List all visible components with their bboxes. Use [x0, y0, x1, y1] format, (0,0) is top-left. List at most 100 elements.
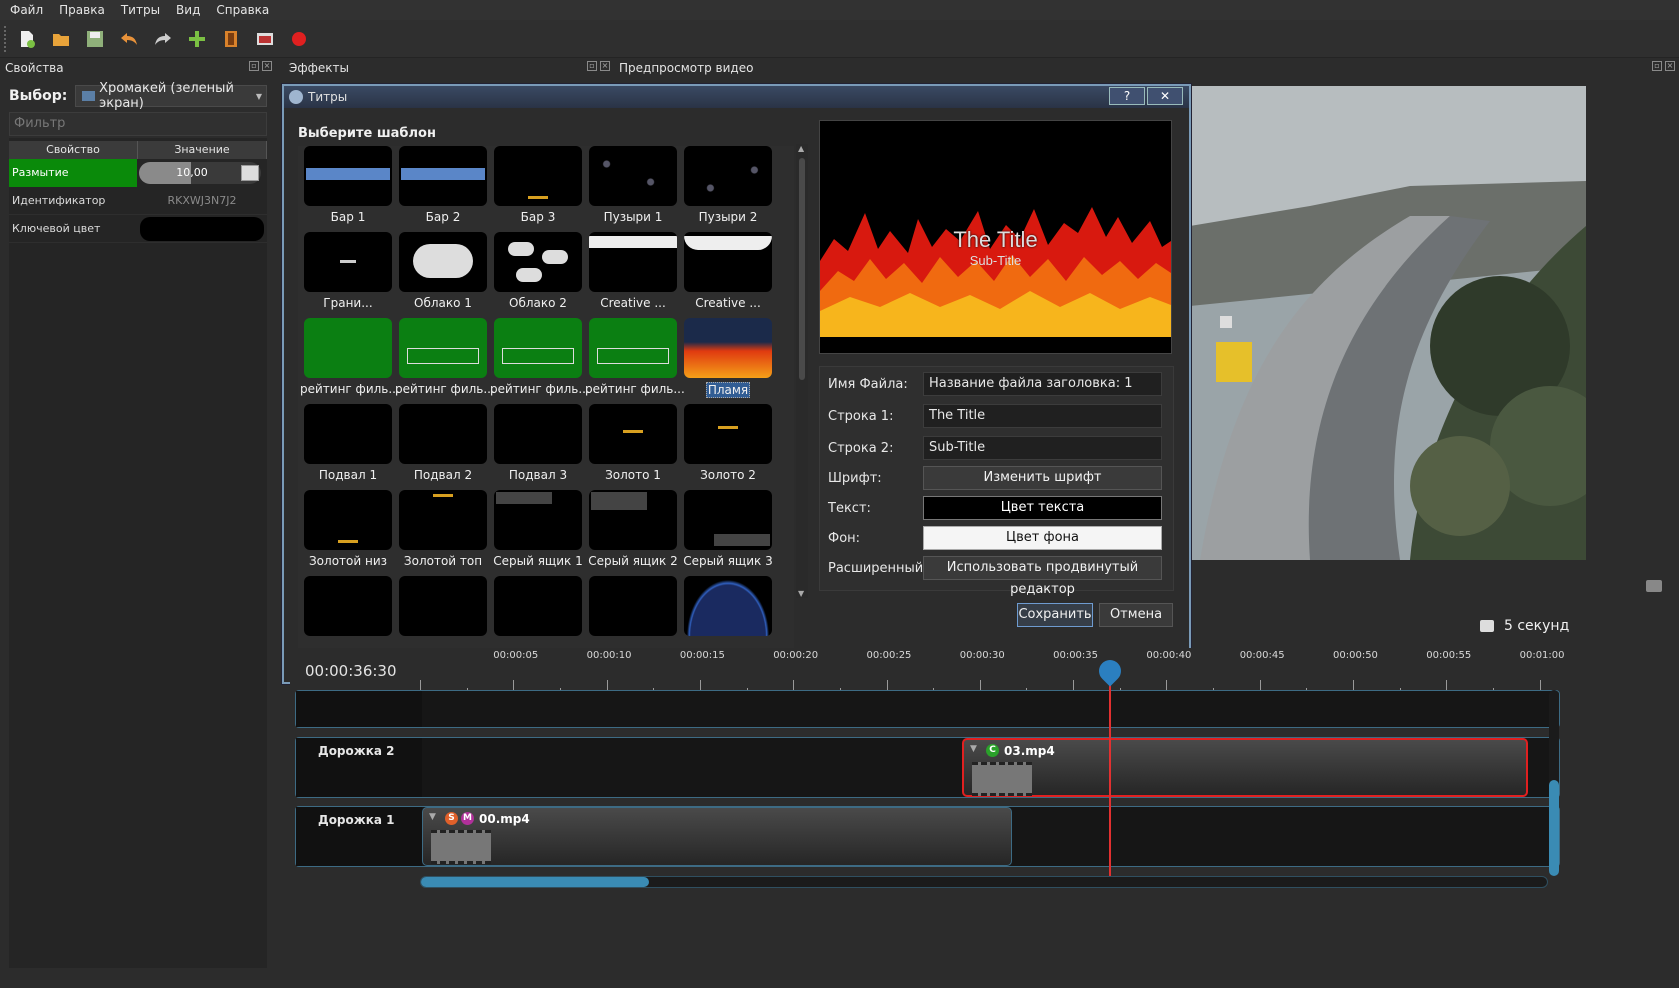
template-gray-box-1[interactable]: Серый ящик 1: [490, 490, 586, 576]
template-bubbles-2[interactable]: Пузыри 2: [680, 146, 776, 232]
export-video-icon[interactable]: [254, 28, 276, 50]
zoom-control[interactable]: 5 секунд: [1480, 618, 1569, 634]
template-bubbles-1[interactable]: Пузыри 1: [585, 146, 681, 232]
badge-s[interactable]: S: [445, 812, 458, 825]
playhead[interactable]: [1094, 655, 1126, 882]
property-row-blur[interactable]: Размытие 10,00: [9, 158, 267, 187]
close-button[interactable]: ✕: [1147, 87, 1183, 105]
template-rating-3[interactable]: рейтинг филь...: [490, 318, 590, 404]
template-bar-3[interactable]: Бар 3: [490, 146, 586, 232]
profile-icon[interactable]: [220, 28, 242, 50]
badge-m[interactable]: M: [461, 812, 474, 825]
ruler-label: 00:00:30: [959, 650, 1005, 661]
close-icon[interactable]: ×: [262, 61, 272, 71]
float-icon[interactable]: ▫: [249, 61, 259, 71]
menu-file[interactable]: Файл: [0, 3, 49, 17]
change-font-button[interactable]: Изменить шрифт: [923, 466, 1162, 490]
template-creative-2[interactable]: Creative ...: [680, 232, 776, 318]
scroll-down-icon[interactable]: ▼: [798, 589, 804, 598]
effect-select[interactable]: Хромакей (зеленый экран) ▼: [75, 81, 267, 111]
badge-c[interactable]: C: [986, 744, 999, 757]
ruler-label: 00:00:40: [1146, 650, 1192, 661]
menu-help[interactable]: Справка: [206, 3, 275, 17]
template-rating-4[interactable]: рейтинг филь...: [585, 318, 685, 404]
template-rating-2[interactable]: рейтинг филь...: [395, 318, 495, 404]
keyframe-icon[interactable]: [241, 164, 259, 181]
undo-icon[interactable]: [118, 28, 140, 50]
clip-03[interactable]: ▼ C 03.mp4: [962, 738, 1528, 797]
track-2[interactable]: Дорожка 2 ▼ C 03.mp4: [295, 737, 1560, 798]
template-thumb: [304, 318, 392, 378]
track-1[interactable]: Дорожка 1 ▼ S M 00.mp4: [295, 806, 1560, 867]
track-top[interactable]: [295, 690, 1560, 728]
clip-00[interactable]: ▼ S M 00.mp4: [422, 807, 1012, 866]
toolbar-grip[interactable]: [4, 25, 9, 52]
key-color-swatch[interactable]: [137, 215, 267, 243]
template-creative-1[interactable]: Creative ...: [585, 232, 681, 318]
filter-input[interactable]: Фильтр: [9, 112, 267, 136]
template-cloud-2[interactable]: Облако 2: [490, 232, 586, 318]
camera-icon[interactable]: [1646, 580, 1662, 592]
template-scrollbar[interactable]: ▲ ▼: [796, 144, 808, 598]
add-file-icon[interactable]: [186, 28, 208, 50]
menu-edit[interactable]: Правка: [49, 3, 111, 17]
template-gold-bottom[interactable]: Золотой низ: [300, 490, 396, 576]
float-icon[interactable]: ▫: [1652, 61, 1662, 71]
scroll-up-icon[interactable]: ▲: [798, 144, 804, 153]
template-thumb: [494, 576, 582, 636]
template-thumb: [399, 490, 487, 550]
menu-view[interactable]: Вид: [166, 3, 206, 17]
preview-title: Предпросмотр видео: [619, 61, 754, 75]
menu-titles[interactable]: Титры: [111, 3, 166, 17]
record-icon[interactable]: [288, 28, 310, 50]
property-value-slider[interactable]: 10,00: [137, 158, 267, 187]
scroll-thumb[interactable]: [799, 158, 805, 380]
clip-thumbnail: [972, 762, 1032, 796]
choose-template-label: Выберите шаблон: [298, 126, 436, 141]
text-color-button[interactable]: Цвет текста: [923, 496, 1162, 520]
template-gray-box-3[interactable]: Серый ящик 3: [680, 490, 776, 576]
template-thumb: [684, 232, 772, 292]
template-gray-box-2[interactable]: Серый ящик 2: [585, 490, 681, 576]
open-project-icon[interactable]: [50, 28, 72, 50]
template-footer-3[interactable]: Подвал 3: [490, 404, 586, 490]
background-color-button[interactable]: Цвет фона: [923, 526, 1162, 550]
template-cloud-1[interactable]: Облако 1: [395, 232, 491, 318]
template-label: Золотой топ: [403, 554, 483, 568]
template-gold-top[interactable]: Золотой топ: [395, 490, 491, 576]
advanced-editor-button[interactable]: Использовать продвинутый редактор: [923, 556, 1162, 597]
template-flame[interactable]: Пламя: [680, 318, 776, 404]
property-row-keycolor[interactable]: Ключевой цвет: [9, 215, 267, 243]
template-gold-2[interactable]: Золото 2: [680, 404, 776, 490]
redo-icon[interactable]: [152, 28, 174, 50]
template-borders[interactable]: Грани...: [300, 232, 396, 318]
close-icon[interactable]: ×: [1665, 61, 1675, 71]
property-row-id[interactable]: Идентификатор RKXWJ3N7J2: [9, 187, 267, 215]
col-value[interactable]: Значение: [138, 141, 267, 159]
new-project-icon[interactable]: [16, 28, 38, 50]
line1-input[interactable]: The Title: [923, 404, 1162, 428]
close-icon[interactable]: ×: [600, 61, 610, 71]
float-icon[interactable]: ▫: [587, 61, 597, 71]
col-property[interactable]: Свойство: [9, 141, 138, 159]
template-thumb: [589, 576, 677, 636]
clip-menu-icon[interactable]: ▼: [970, 744, 977, 754]
template-footer-2[interactable]: Подвал 2: [395, 404, 491, 490]
effects-dock-buttons: ▫ ×: [587, 61, 610, 71]
save-project-icon[interactable]: [84, 28, 106, 50]
file-name-input[interactable]: Название файла заголовка: 1: [923, 372, 1162, 396]
template-thumb: [494, 318, 582, 378]
clip-menu-icon[interactable]: ▼: [429, 812, 436, 822]
save-button[interactable]: Сохранить: [1017, 603, 1093, 627]
cancel-button[interactable]: Отмена: [1099, 603, 1173, 627]
template-rating-1[interactable]: рейтинг филь...: [300, 318, 400, 404]
video-preview[interactable]: [1190, 86, 1586, 560]
template-footer-1[interactable]: Подвал 1: [300, 404, 396, 490]
timeline-hscroll-thumb[interactable]: [421, 877, 649, 887]
line2-input[interactable]: Sub-Title: [923, 436, 1162, 460]
template-gold-1[interactable]: Золото 1: [585, 404, 681, 490]
template-bar-2[interactable]: Бар 2: [395, 146, 491, 232]
help-button[interactable]: ?: [1109, 87, 1145, 105]
timeline-vscroll-thumb[interactable]: [1549, 780, 1559, 876]
template-bar-1[interactable]: Бар 1: [300, 146, 396, 232]
